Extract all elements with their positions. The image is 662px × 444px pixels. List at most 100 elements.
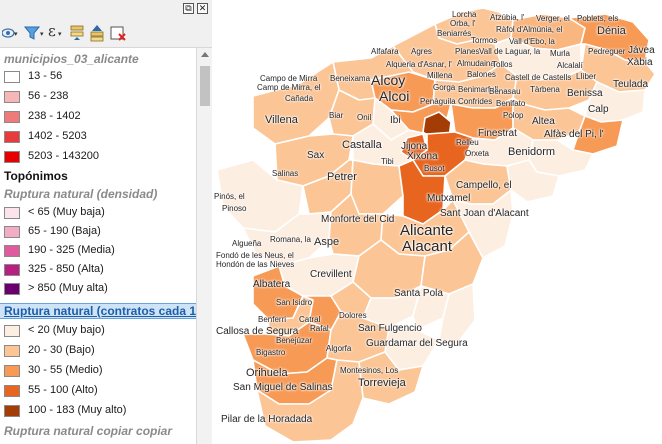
legend-item: 325 - 850 (Alta) <box>4 262 196 279</box>
legend-swatch <box>4 325 20 337</box>
map-label: Dolores <box>339 311 367 320</box>
map-label: Albatera <box>253 279 291 290</box>
legend-item: 65 - 190 (Baja) <box>4 224 196 241</box>
layer-toponimos[interactable]: Topónimos <box>4 169 68 185</box>
legend-item: 100 - 183 (Muy alto) <box>4 403 196 420</box>
layers-toolbar: ▾ ▾ ε ▾ <box>0 18 212 48</box>
map-label: Torrevieja <box>358 377 406 389</box>
expression-icon[interactable]: ε <box>48 22 56 40</box>
map-label: Almudaina <box>457 59 495 68</box>
map-label: Ibi <box>390 115 401 126</box>
map-label: Planes <box>455 47 480 56</box>
map-label: Orba, l' <box>450 19 476 28</box>
map-label: Pedreguer <box>588 47 626 56</box>
layer-tree: municipios_03_alicante 13 - 56 56 - 238 … <box>0 48 196 444</box>
map-label: Penàguila <box>420 97 456 106</box>
collapse-all-icon[interactable] <box>90 24 104 42</box>
map-label: Confrides <box>458 97 493 106</box>
map-label: Monforte del Cid <box>321 214 395 225</box>
map-label: Poblets, els <box>577 14 619 23</box>
legend-swatch <box>4 365 20 377</box>
map-label: Sant Joan d'Alacant <box>440 208 529 219</box>
map-label: Cañada <box>285 94 314 103</box>
layer-municipios[interactable]: municipios_03_alicante <box>4 52 139 68</box>
filter-icon[interactable] <box>24 24 40 42</box>
legend-swatch <box>4 283 20 295</box>
float-panel-button[interactable]: ⧉ <box>183 3 194 14</box>
map-label: Benissa <box>567 88 603 99</box>
map-label: Alcalalí <box>557 61 583 70</box>
legend-label: 30 - 55 (Medio) <box>28 364 103 376</box>
map-label: Hondón de las Nieves <box>216 260 295 269</box>
map-label: Benejúzar <box>276 336 313 345</box>
map-label: Algorfa <box>326 344 352 353</box>
map-label: Benferri <box>258 315 287 324</box>
map-label: Campo de Mirra <box>260 74 318 83</box>
map-label: Finestrat <box>478 128 517 139</box>
map-label: Teulada <box>613 79 649 90</box>
map-label: Mutxamel <box>427 193 471 204</box>
legend-label: 190 - 325 (Media) <box>28 244 115 256</box>
map-label: Benasau <box>489 87 521 96</box>
map-label: Crevillent <box>310 269 352 280</box>
layer-copia[interactable]: Ruptura natural copiar copiar <box>4 424 172 440</box>
legend-label: 65 - 190 (Baja) <box>28 225 101 237</box>
map-label: Busot <box>424 164 445 173</box>
legend-label: 20 - 30 (Bajo) <box>28 344 95 356</box>
expression-dropdown-icon[interactable]: ▾ <box>58 30 62 48</box>
layers-scrollbar[interactable] <box>196 48 212 444</box>
legend-label: > 850 (Muy alta) <box>28 282 108 294</box>
map-label: Guardamar del Segura <box>366 338 468 349</box>
map-label: Petrer <box>327 171 357 183</box>
legend-item: < 65 (Muy baja) <box>4 205 196 222</box>
eye-dropdown-icon[interactable]: ▾ <box>14 30 18 48</box>
close-panel-button[interactable]: ✕ <box>197 3 208 14</box>
legend-item: 238 - 1402 <box>4 109 196 126</box>
legend-swatch <box>4 71 20 83</box>
map-label: Murla <box>550 49 571 58</box>
map-label: Relleu <box>456 138 479 147</box>
map-label: Orxeta <box>465 149 490 158</box>
map-label: Algueña <box>232 239 262 248</box>
map-label: Tormos <box>471 36 498 45</box>
legend-label: < 65 (Muy baja) <box>28 206 105 218</box>
map-label: Xixona <box>407 151 438 162</box>
map-label: Alfafara <box>371 47 399 56</box>
map-label: Pilar de la Horadada <box>221 414 313 425</box>
legend-swatch <box>4 385 20 397</box>
map-label: Millena <box>427 71 453 80</box>
map-label: Calp <box>588 104 609 115</box>
map-label: Biar <box>329 111 344 120</box>
map-label: San Miguel de Salinas <box>233 382 333 393</box>
map-label: Benidorm <box>508 146 556 158</box>
map-label: Aspe <box>314 236 340 248</box>
map-label: Tàrbena <box>530 85 560 94</box>
scroll-up-icon[interactable] <box>201 52 209 57</box>
map-label: Villena <box>265 114 298 126</box>
legend-item: 1402 - 5203 <box>4 129 196 146</box>
legend-label: 1402 - 5203 <box>28 130 87 142</box>
legend-swatch <box>4 405 20 417</box>
map-label: Vall de Laguar, la <box>479 47 541 56</box>
map-label: Tollos <box>492 60 513 69</box>
expand-all-icon[interactable] <box>70 24 84 42</box>
legend-label: 5203 - 143200 <box>28 150 99 162</box>
map-canvas[interactable]: Lorcha Orba, l' Atzúbia, l' Verger, el P… <box>213 0 662 444</box>
remove-layer-icon[interactable] <box>110 24 126 42</box>
map-label: Agres <box>411 47 432 56</box>
map-label: Campello, el <box>456 180 512 191</box>
legend-label: 325 - 850 (Alta) <box>28 263 104 275</box>
map-label: Verger, el <box>536 14 570 23</box>
filter-dropdown-icon[interactable]: ▾ <box>40 30 44 48</box>
layer-densidad[interactable]: Ruptura natural (densidad) <box>4 187 157 203</box>
map-label: Alcoy <box>371 72 406 88</box>
legend-swatch <box>4 151 20 163</box>
map-label: Tibi <box>381 157 394 166</box>
legend-swatch <box>4 207 20 219</box>
scroll-thumb[interactable] <box>200 66 210 106</box>
map-label: Catral <box>299 315 321 324</box>
map-label: Camp de Mirra, el <box>257 83 321 92</box>
layer-contratos[interactable]: Ruptura natural (contratos cada 10 <box>0 303 196 319</box>
map-label: Castell de Castells <box>505 73 572 82</box>
map-label: Polop <box>503 111 524 120</box>
